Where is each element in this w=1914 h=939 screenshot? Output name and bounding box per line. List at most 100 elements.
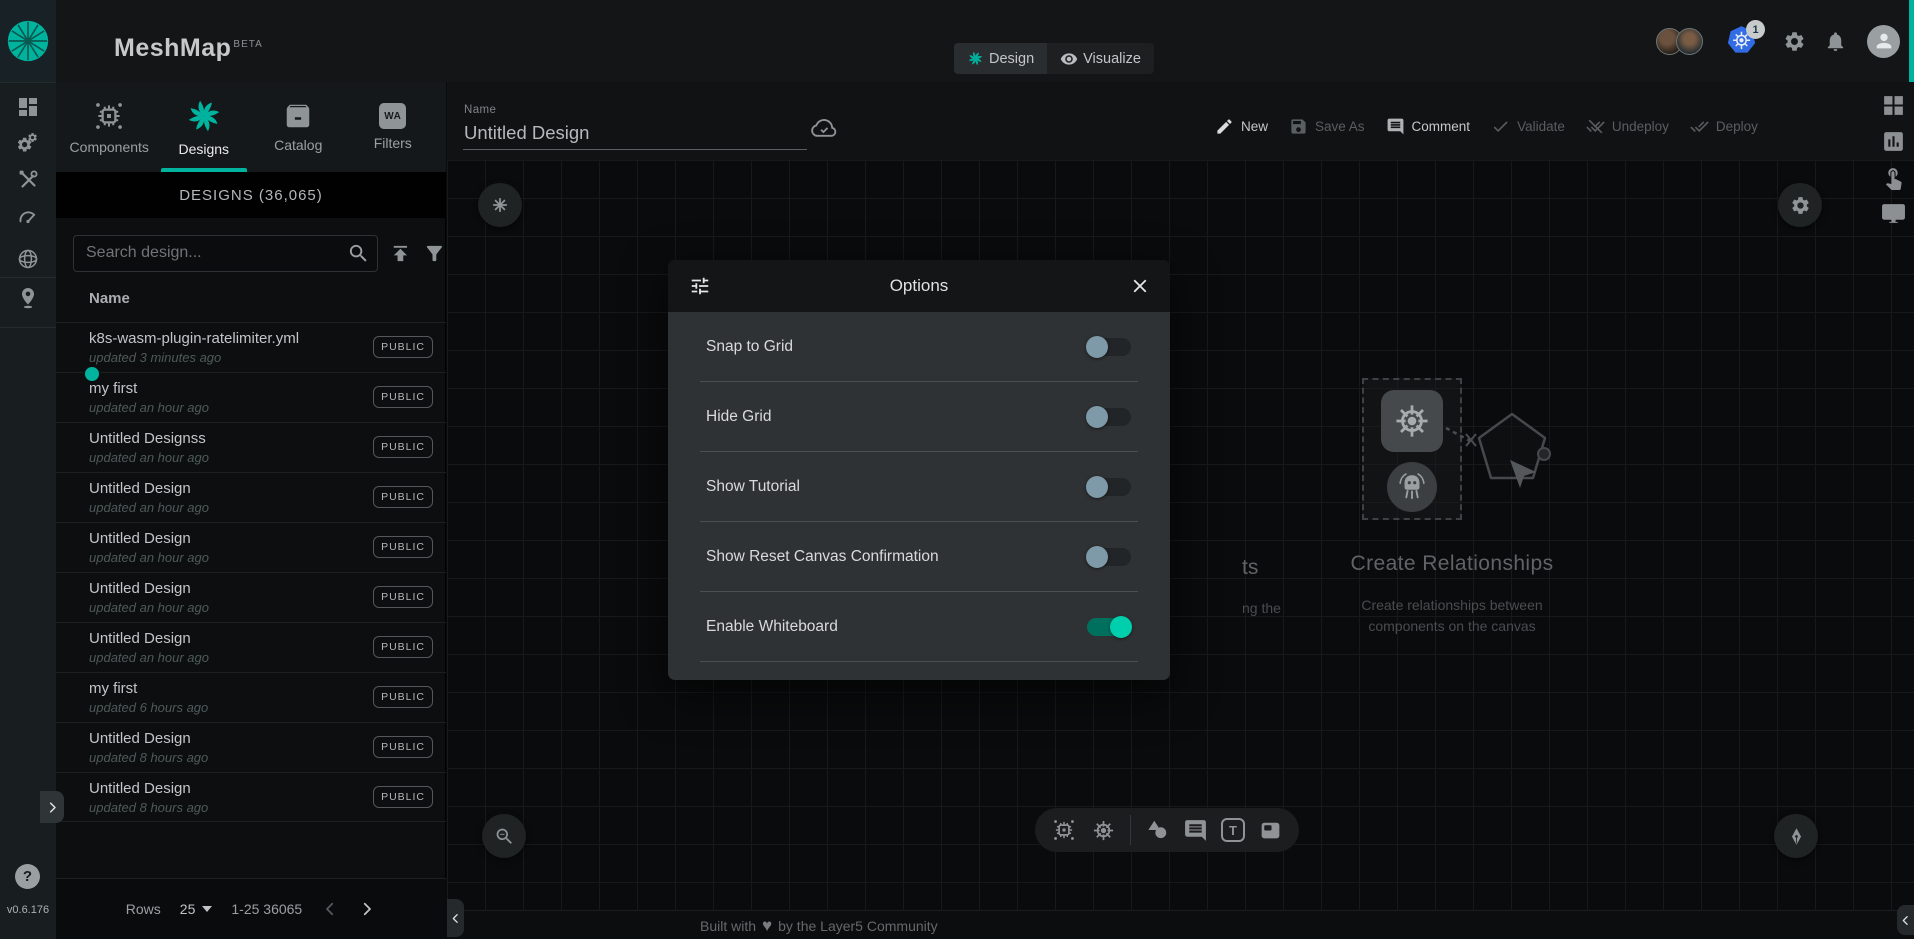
views-grid-icon[interactable] — [1881, 93, 1906, 118]
clipped-card-title-fragment: ts — [1242, 556, 1258, 580]
filter-funnel-icon[interactable] — [423, 242, 446, 265]
mode-design-button[interactable]: Design — [954, 43, 1047, 74]
collaborator-avatar-2[interactable] — [1676, 28, 1703, 55]
hide-grid-toggle[interactable] — [1086, 405, 1132, 429]
visibility-badge: PUBLIC — [373, 586, 433, 608]
sidebar-item-dashboard[interactable] — [16, 95, 40, 119]
built-with-credit: Built with ♥ by the Layer5 Community — [700, 916, 938, 936]
mode-visualize-label: Visualize — [1083, 51, 1141, 67]
media-icon[interactable] — [1258, 818, 1283, 843]
onboarding-squid-tile — [1387, 462, 1437, 512]
show-tutorial-toggle[interactable] — [1086, 475, 1132, 499]
add-component-icon[interactable] — [1051, 817, 1077, 843]
sidebar-item-performance[interactable] — [16, 205, 40, 229]
profile-avatar[interactable] — [1867, 25, 1900, 58]
upload-design-icon[interactable] — [389, 242, 412, 265]
kubernetes-context-button[interactable]: 1 — [1725, 24, 1765, 58]
notification-drawer-edge[interactable] — [1909, 0, 1914, 82]
onboarding-subtitle: Create relationships between components … — [1322, 595, 1582, 637]
sidebar-item-extensions[interactable] — [16, 247, 40, 271]
help-button[interactable]: ? — [15, 864, 40, 889]
table-row[interactable]: my first updated 6 hours ago PUBLIC — [56, 672, 446, 722]
sidebar-item-configuration[interactable] — [16, 167, 40, 191]
sidebar-item-meshmap[interactable] — [16, 286, 40, 310]
visibility-badge: PUBLIC — [373, 686, 433, 708]
kubernetes-wheel-icon[interactable] — [1090, 817, 1117, 844]
new-button[interactable]: New — [1215, 117, 1268, 136]
option-row-snap-to-grid: Snap to Grid — [700, 312, 1138, 382]
sidebar-item-lifecycle[interactable] — [16, 132, 40, 156]
canvas-bottom-bar — [447, 910, 1914, 939]
comment-button[interactable]: Comment — [1386, 117, 1471, 136]
table-row[interactable]: Untitled Design updated an hour ago PUBL… — [56, 572, 446, 622]
panel-tabs: Components Designs Catalog WA Filters — [56, 82, 446, 172]
rows-per-page-select[interactable]: 25 — [180, 901, 213, 917]
gear-icon — [1790, 195, 1811, 216]
design-name-label: Name — [464, 104, 496, 116]
tab-components[interactable]: Components — [62, 82, 157, 172]
check-icon — [1491, 117, 1510, 136]
details-panel-icon[interactable] — [1881, 129, 1906, 154]
undeploy-crossed-check-icon — [1586, 117, 1605, 136]
catalog-archive-icon — [283, 101, 313, 131]
designs-pinwheel-icon — [185, 97, 223, 135]
snap-to-grid-toggle[interactable] — [1086, 335, 1132, 359]
save-as-button[interactable]: Save As — [1289, 117, 1365, 136]
enable-whiteboard-toggle[interactable] — [1086, 615, 1132, 639]
notifications-bell-icon[interactable] — [1824, 30, 1847, 53]
meshery-logo[interactable] — [0, 0, 56, 82]
beta-tag: BETA — [233, 39, 262, 50]
tab-designs[interactable]: Designs — [157, 82, 252, 172]
app-title: MeshMapBETA — [114, 34, 263, 63]
designs-count-header: DESIGNS (36,065) — [56, 172, 446, 218]
prev-page-chevron-icon[interactable] — [321, 900, 339, 918]
option-row-show-reset-canvas-confirmation: Show Reset Canvas Confirmation — [700, 522, 1138, 592]
canvas-settings-button[interactable] — [1778, 183, 1822, 227]
canvas-actions-button[interactable] — [478, 183, 522, 227]
table-row[interactable]: Untitled Design updated an hour ago PUBL… — [56, 472, 446, 522]
settings-gear-icon[interactable] — [1783, 30, 1806, 53]
visibility-badge: PUBLIC — [373, 786, 433, 808]
tab-catalog[interactable]: Catalog — [251, 82, 346, 172]
designs-panel: Components Designs Catalog WA Filters DE… — [56, 82, 446, 939]
table-row[interactable]: Untitled Design updated 8 hours ago PUBL… — [56, 722, 446, 772]
text-tool-icon[interactable]: T — [1221, 818, 1245, 842]
clipped-card-subtitle-fragment: ng the — [1242, 600, 1281, 616]
pen-nib-icon — [1786, 826, 1807, 847]
canvas-shape-toolbar: T — [1035, 808, 1299, 852]
table-row[interactable]: k8s-wasm-plugin-ratelimiter.yml updated … — [56, 322, 446, 372]
close-icon[interactable] — [1129, 275, 1151, 297]
tab-filters[interactable]: WA Filters — [346, 82, 441, 172]
drawer-expand-button[interactable] — [40, 791, 64, 823]
tab-catalog-label: Catalog — [274, 137, 322, 153]
shapes-icon[interactable] — [1144, 817, 1170, 843]
display-monitor-icon[interactable] — [1881, 201, 1906, 226]
tab-components-label: Components — [70, 139, 149, 155]
undeploy-button[interactable]: Undeploy — [1586, 117, 1669, 136]
design-name-input[interactable] — [463, 120, 807, 150]
deploy-button[interactable]: Deploy — [1690, 117, 1758, 136]
table-row[interactable]: Untitled Designss updated an hour ago PU… — [56, 422, 446, 472]
interaction-touch-icon[interactable] — [1881, 165, 1906, 190]
validate-button[interactable]: Validate — [1491, 117, 1565, 136]
bottom-drawer-collapse-left[interactable] — [447, 899, 464, 937]
table-row[interactable]: my first updated an hour ago PUBLIC — [56, 372, 446, 422]
mode-visualize-button[interactable]: Visualize — [1047, 43, 1154, 74]
visibility-badge: PUBLIC — [373, 736, 433, 758]
canvas-toolbar: New Save As Comment Validate Undeploy De… — [1215, 117, 1758, 136]
whiteboard-pen-button[interactable] — [1774, 814, 1818, 858]
modal-title: Options — [668, 276, 1170, 296]
next-page-chevron-icon[interactable] — [358, 900, 376, 918]
table-row[interactable]: Untitled Design updated 8 hours ago PUBL… — [56, 772, 446, 822]
search-design-input[interactable] — [73, 235, 378, 272]
comment-icon[interactable] — [1183, 818, 1208, 843]
show-reset-canvas-confirmation-toggle[interactable] — [1086, 545, 1132, 569]
visualize-eye-icon — [1060, 50, 1078, 68]
table-row[interactable]: Untitled Design updated an hour ago PUBL… — [56, 622, 446, 672]
bottom-drawer-collapse-right[interactable] — [1897, 905, 1914, 935]
zoom-out-button[interactable] — [482, 814, 526, 858]
column-header-name: Name — [89, 290, 130, 307]
table-row[interactable]: Untitled Design updated an hour ago PUBL… — [56, 522, 446, 572]
meshery-sphere-icon — [6, 19, 50, 63]
asterisk-icon — [490, 195, 510, 215]
